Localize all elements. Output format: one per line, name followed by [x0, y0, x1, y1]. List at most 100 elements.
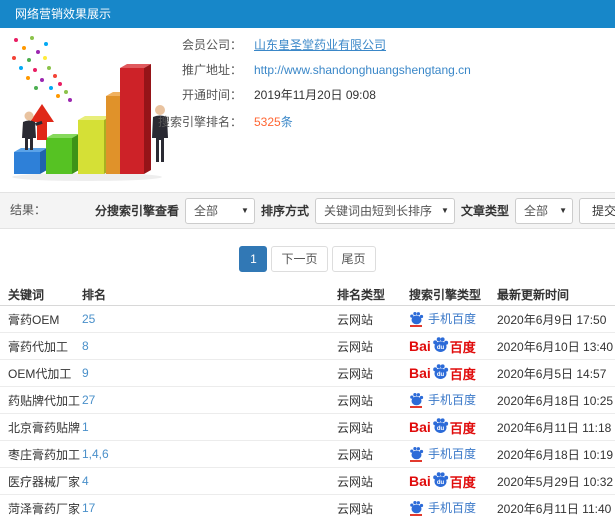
info-row-rank-count: 搜索引擎排名： 5325条	[128, 109, 608, 134]
article-type-select[interactable]: 全部 ▼	[514, 197, 573, 224]
baidu-logo-badge: Bai du 百度	[409, 336, 476, 357]
next-page-button[interactable]: 下一页	[271, 246, 328, 272]
baidu-logo-bai: Bai	[409, 338, 431, 354]
keyword-cell: 菏泽膏药厂家	[8, 501, 81, 516]
baidu-logo-bai: Bai	[409, 419, 431, 435]
engine-cell: Bai du 百度	[399, 417, 497, 438]
baidu-logo-text: 百度	[449, 474, 476, 490]
page: 网络营销效果展示 会员公司： 山东皇圣堂药业有限公司 推广地址： http://…	[0, 0, 615, 520]
keyword-cell: 膏药代加工	[8, 339, 69, 354]
chevron-down-icon: ▼	[241, 205, 249, 215]
svg-text:du: du	[437, 425, 445, 431]
engine-cell: 手机百度 Bai du 百度	[399, 391, 497, 409]
updated-cell: 2020年5月29日 10:32	[497, 474, 614, 489]
rank-link[interactable]: 17	[82, 501, 95, 515]
col-rank: 排名	[82, 288, 107, 302]
updated-cell: 2020年6月18日 10:19	[497, 447, 614, 462]
rank-type-cell: 云网站	[337, 474, 374, 489]
table-row: 菏泽膏药厂家 17 云网站 手机百度 Bai	[0, 495, 615, 520]
page-title: 网络营销效果展示	[15, 7, 112, 21]
rank-type-cell: 云网站	[337, 393, 374, 408]
table-header: 关键词 排名 排名类型 搜索引擎类型 最新更新时间	[0, 284, 615, 306]
mobile-baidu-label: 手机百度	[428, 501, 477, 516]
rank-type-cell: 云网站	[337, 420, 374, 435]
col-engine-type: 搜索引擎类型	[409, 288, 482, 302]
updated-cell: 2020年6月11日 11:40	[497, 501, 612, 516]
sort-select[interactable]: 关键词由短到长排序 ▼	[314, 197, 455, 224]
rank-link[interactable]: 4	[82, 474, 89, 488]
keyword-cell: 北京膏药贴牌	[8, 420, 81, 435]
filter-bar: 结果： 分搜索引擎查看 全部 ▼ 排序方式 关键词由短到长排序 ▼ 文章类型 全…	[0, 192, 615, 229]
table-row: 枣庄膏药加工 1,4,6 云网站 手机百度 Bai	[0, 441, 615, 468]
mobile-baidu-badge: 手机百度	[409, 445, 476, 462]
table-row: 膏药代加工 8 云网站 Bai du 百度 2020年6月10日 13:40	[0, 333, 615, 360]
article-type-value: 全部	[523, 203, 548, 218]
rank-link[interactable]: 25	[82, 312, 95, 326]
baidu-logo-badge: Bai du 百度	[409, 417, 476, 438]
svg-text:du: du	[437, 371, 445, 377]
mobile-baidu-label: 手机百度	[428, 447, 477, 462]
last-page-button[interactable]: 尾页	[331, 246, 376, 272]
chevron-down-icon: ▼	[441, 205, 449, 215]
header-bar: 网络营销效果展示	[0, 0, 615, 28]
keyword-cell: 膏药OEM	[8, 312, 60, 327]
engine-cell: Bai du 百度	[399, 336, 497, 357]
baidu-logo-bai: Bai	[409, 473, 431, 489]
engine-filter-label: 分搜索引擎查看	[94, 204, 179, 218]
table-row: 北京膏药贴牌 1 云网站 Bai du 百度 2020年6月11日 11:18	[0, 414, 615, 441]
article-type-label: 文章类型	[460, 204, 509, 218]
baidu-logo-badge: Bai du 百度	[409, 471, 476, 492]
rank-count-unit: 条	[280, 115, 293, 129]
updated-cell: 2020年6月5日 14:57	[497, 366, 607, 381]
rank-link[interactable]: 9	[82, 366, 89, 380]
rank-link[interactable]: 8	[82, 339, 89, 353]
updated-cell: 2020年6月18日 10:25	[497, 393, 614, 408]
rank-count-number: 5325	[254, 115, 281, 129]
info-row-open-time: 开通时间： 2019年11月20日 09:08	[128, 82, 608, 107]
rank-count-value: 5325条	[254, 113, 293, 130]
baidu-logo-text: 百度	[449, 366, 476, 382]
mobile-baidu-badge: 手机百度	[409, 310, 476, 327]
pagination: 1 下一页 尾页	[0, 246, 615, 272]
keyword-cell: OEM代加工	[8, 366, 72, 381]
baidu-logo-bai: Bai	[409, 365, 431, 381]
filter-controls: 分搜索引擎查看 全部 ▼ 排序方式 关键词由短到长排序 ▼ 文章类型 全部 ▼ …	[95, 193, 615, 228]
engine-cell: 手机百度 Bai du 百度	[399, 310, 497, 328]
col-rank-type: 排名类型	[337, 288, 386, 302]
submit-button[interactable]: 提交	[578, 197, 615, 224]
baidu-paw-icon	[409, 311, 424, 327]
mobile-baidu-label: 手机百度	[428, 393, 477, 408]
result-label: 结果：	[10, 203, 47, 217]
keyword-cell: 药贴牌代加工	[8, 393, 81, 408]
baidu-paw-icon	[409, 392, 424, 408]
promo-url-link[interactable]: http://www.shandonghuangshengtang.cn	[254, 63, 471, 77]
rank-type-cell: 云网站	[337, 312, 374, 327]
rank-link[interactable]: 1	[82, 420, 89, 434]
baidu-paw-icon: du	[433, 417, 448, 433]
baidu-paw-icon	[409, 500, 424, 516]
member-info: 会员公司： 山东皇圣堂药业有限公司 推广地址： http://www.shand…	[128, 32, 608, 134]
company-link[interactable]: 山东皇圣堂药业有限公司	[254, 36, 386, 53]
rank-type-cell: 云网站	[337, 366, 374, 381]
page-button-current[interactable]: 1	[239, 246, 268, 272]
col-updated: 最新更新时间	[497, 288, 570, 302]
baidu-paw-icon: du	[433, 363, 448, 379]
rank-type-cell: 云网站	[337, 339, 374, 354]
mobile-baidu-label: 手机百度	[428, 312, 477, 327]
rank-type-cell: 云网站	[337, 447, 374, 462]
keyword-cell: 枣庄膏药加工	[8, 447, 81, 462]
table-row: OEM代加工 9 云网站 Bai du 百度 2020年6月5日 14:57	[0, 360, 615, 387]
svg-text:du: du	[437, 479, 445, 485]
engine-cell: 手机百度 Bai du 百度	[399, 499, 497, 517]
updated-cell: 2020年6月9日 17:50	[497, 312, 607, 327]
rank-link[interactable]: 1,4,6	[82, 447, 109, 461]
rank-type-cell: 云网站	[337, 501, 374, 516]
engine-filter-select[interactable]: 全部 ▼	[184, 197, 255, 224]
table-row: 膏药OEM 25 云网站 手机百度 Bai	[0, 306, 615, 333]
mobile-baidu-badge: 手机百度	[409, 391, 476, 408]
ranking-table: 关键词 排名 排名类型 搜索引擎类型 最新更新时间 膏药OEM 25 云网站 手…	[0, 284, 615, 520]
ground-shadow	[12, 173, 162, 181]
rank-link[interactable]: 27	[82, 393, 95, 407]
sort-value: 关键词由短到长排序	[323, 203, 432, 218]
engine-cell: Bai du 百度	[399, 363, 497, 384]
